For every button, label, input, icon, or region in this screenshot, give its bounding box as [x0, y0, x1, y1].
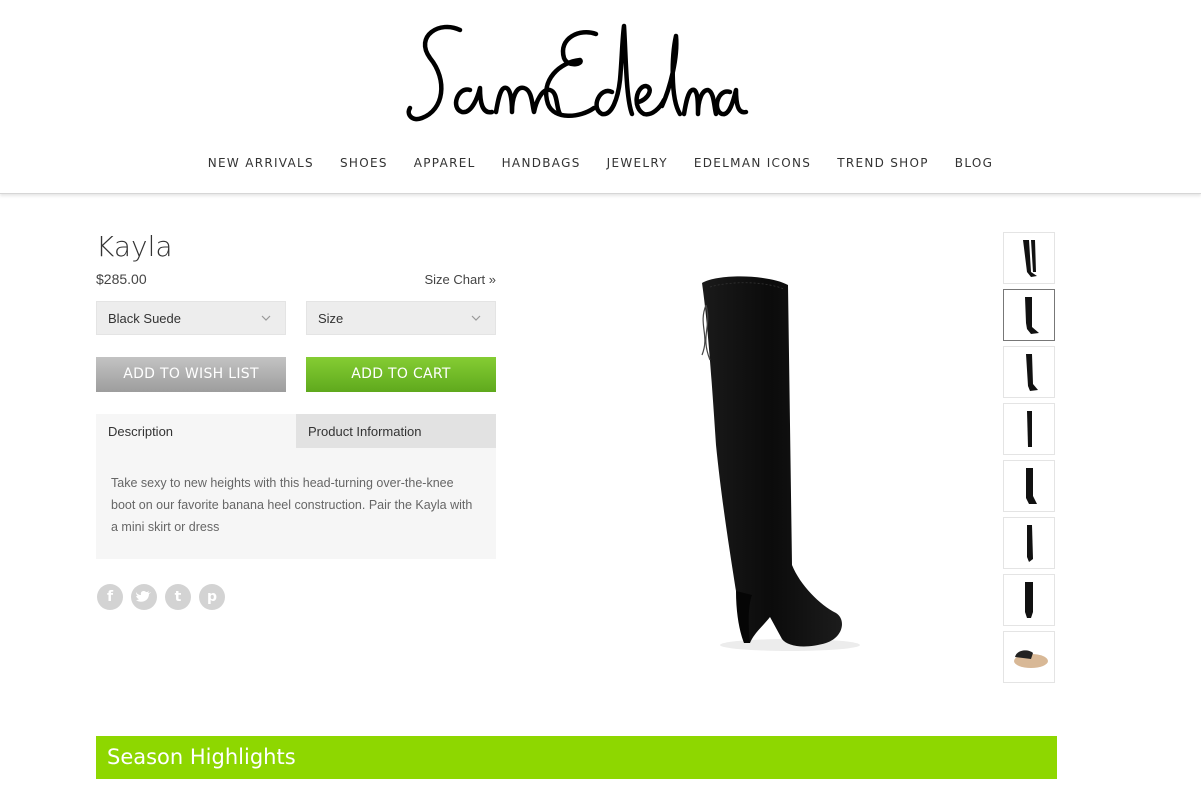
thumbnail[interactable]: [1003, 517, 1055, 569]
nav-handbags[interactable]: HANDBAGS: [489, 156, 594, 170]
thumbnail-selected[interactable]: [1003, 289, 1055, 341]
product-description: Take sexy to new heights with this head-…: [96, 448, 496, 559]
chevron-down-icon: [261, 315, 271, 321]
color-select-value: Black Suede: [108, 311, 181, 326]
thumbnail[interactable]: [1003, 403, 1055, 455]
nav-shoes[interactable]: SHOES: [327, 156, 401, 170]
product-tabs: Description Product Information: [96, 414, 496, 448]
site-header: NEW ARRIVALS SHOES APPAREL HANDBAGS JEWE…: [0, 0, 1201, 194]
twitter-icon[interactable]: [131, 584, 157, 610]
nav-apparel[interactable]: APPAREL: [401, 156, 489, 170]
boot-thumbnail: [1026, 468, 1037, 504]
chevron-down-icon: [471, 315, 481, 321]
boot-sole-thumbnail: [1014, 650, 1048, 668]
boot-thumbnail: [1023, 240, 1037, 277]
sam-edelman-logo: [406, 23, 749, 122]
thumbnail[interactable]: [1003, 631, 1055, 683]
tab-description[interactable]: Description: [96, 414, 296, 448]
boot-thumbnail: [1027, 525, 1033, 562]
boot-thumbnail: [1027, 411, 1032, 447]
twitter-bird-glyph: [136, 591, 151, 602]
social-share: f t p: [97, 584, 225, 610]
size-select[interactable]: Size: [306, 301, 496, 335]
color-select[interactable]: Black Suede: [96, 301, 286, 335]
product-price: $285.00: [96, 271, 147, 287]
boot-thumbnail: [1025, 297, 1039, 334]
pinterest-icon[interactable]: p: [199, 584, 225, 610]
boot-thumbnail: [1025, 582, 1033, 618]
thumbnail-list: [1003, 232, 1055, 688]
product-title: Kayla: [96, 230, 173, 263]
season-highlights-banner: Season Highlights: [96, 736, 1057, 779]
thumbnail[interactable]: [1003, 460, 1055, 512]
size-chart-link[interactable]: Size Chart »: [424, 272, 496, 287]
add-to-wishlist-button[interactable]: ADD TO WISH LIST: [96, 357, 286, 392]
nav-new-arrivals[interactable]: NEW ARRIVALS: [195, 156, 327, 170]
thumbnail[interactable]: [1003, 232, 1055, 284]
facebook-icon[interactable]: f: [97, 584, 123, 610]
add-to-cart-button[interactable]: ADD TO CART: [306, 357, 496, 392]
thumbnail[interactable]: [1003, 574, 1055, 626]
nav-edelman-icons[interactable]: EDELMAN ICONS: [681, 156, 824, 170]
boot-image: [701, 276, 860, 651]
nav-jewelry[interactable]: JEWELRY: [594, 156, 681, 170]
thumbnail[interactable]: [1003, 346, 1055, 398]
tab-product-information[interactable]: Product Information: [296, 414, 496, 448]
boot-thumbnail: [1026, 354, 1038, 391]
nav-blog[interactable]: BLOG: [942, 156, 1006, 170]
size-select-value: Size: [318, 311, 344, 326]
brand-logo[interactable]: [400, 18, 752, 126]
main-nav: NEW ARRIVALS SHOES APPAREL HANDBAGS JEWE…: [0, 156, 1201, 170]
nav-trend-shop[interactable]: TREND SHOP: [824, 156, 942, 170]
product-main-image[interactable]: [640, 265, 890, 660]
tumblr-icon[interactable]: t: [165, 584, 191, 610]
